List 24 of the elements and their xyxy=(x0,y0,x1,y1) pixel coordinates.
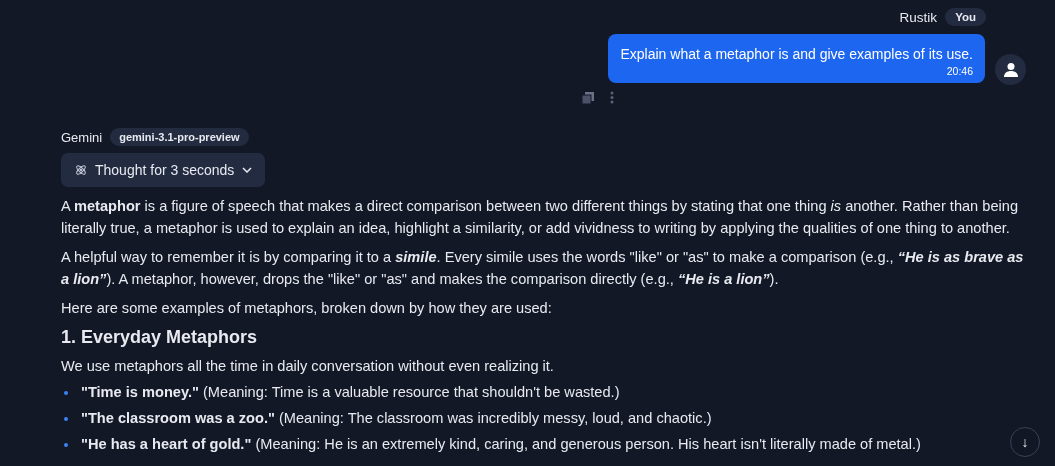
thought-toggle[interactable]: Thought for 3 seconds xyxy=(61,153,266,187)
avatar-icon[interactable] xyxy=(995,54,1026,85)
section-heading: 1. Everyday Metaphors xyxy=(61,327,259,348)
bullet-icon xyxy=(64,391,68,395)
paragraph: A helpful way to remember it is by comparing it to a simile. Every simile uses the words "like" or "as" to make a comparison (e.g., “He is as brave as a lion”). A metaphor, however, drops the "like" or "as" and makes the comparison directly (e.g., “He is a lion”). xyxy=(61,248,1025,289)
chevron-down-icon xyxy=(242,167,253,173)
paragraph: We use metaphors all the time in daily conversation without even realizing it. xyxy=(61,357,555,376)
list-item: "He has a heart of gold." (Meaning: He is an extremely kind, caring, and generous person. His heart isn't literally made of metal.) xyxy=(81,435,921,454)
message-time: 20:46 xyxy=(946,65,973,77)
bullet-icon xyxy=(64,417,68,421)
user-badge: You xyxy=(945,8,986,26)
scroll-down-button[interactable]: ↓ xyxy=(1010,427,1040,457)
list-item: "The classroom was a zoo." (Meaning: The classroom was incredibly messy, loud, and chaotic.) xyxy=(81,409,712,428)
model-badge: gemini-3.1-pro-preview xyxy=(110,128,249,146)
bullet-icon xyxy=(64,443,68,447)
message-text: Explain what a metaphor is and give examples of its use. xyxy=(620,46,973,62)
copy-icon[interactable] xyxy=(582,91,594,104)
more-icon[interactable] xyxy=(610,91,614,104)
user-name: Rustik xyxy=(899,9,938,25)
list-item: "Time is money." (Meaning: Time is a valuable resource that shouldn't be wasted.) xyxy=(81,383,620,402)
paragraph: Here are some examples of metaphors, broken down by how they are used: xyxy=(61,299,553,318)
paragraph: A metaphor is a figure of speech that makes a direct comparison between two different things by stating that one thing is another. Rather than being literally true, a metaphor is used to explain an idea, highlight a similarity, or add vividness to writing by applying the qualities of one thing to another. xyxy=(61,197,1019,238)
assistant-name: Gemini xyxy=(61,129,103,145)
atom-icon xyxy=(75,164,87,176)
